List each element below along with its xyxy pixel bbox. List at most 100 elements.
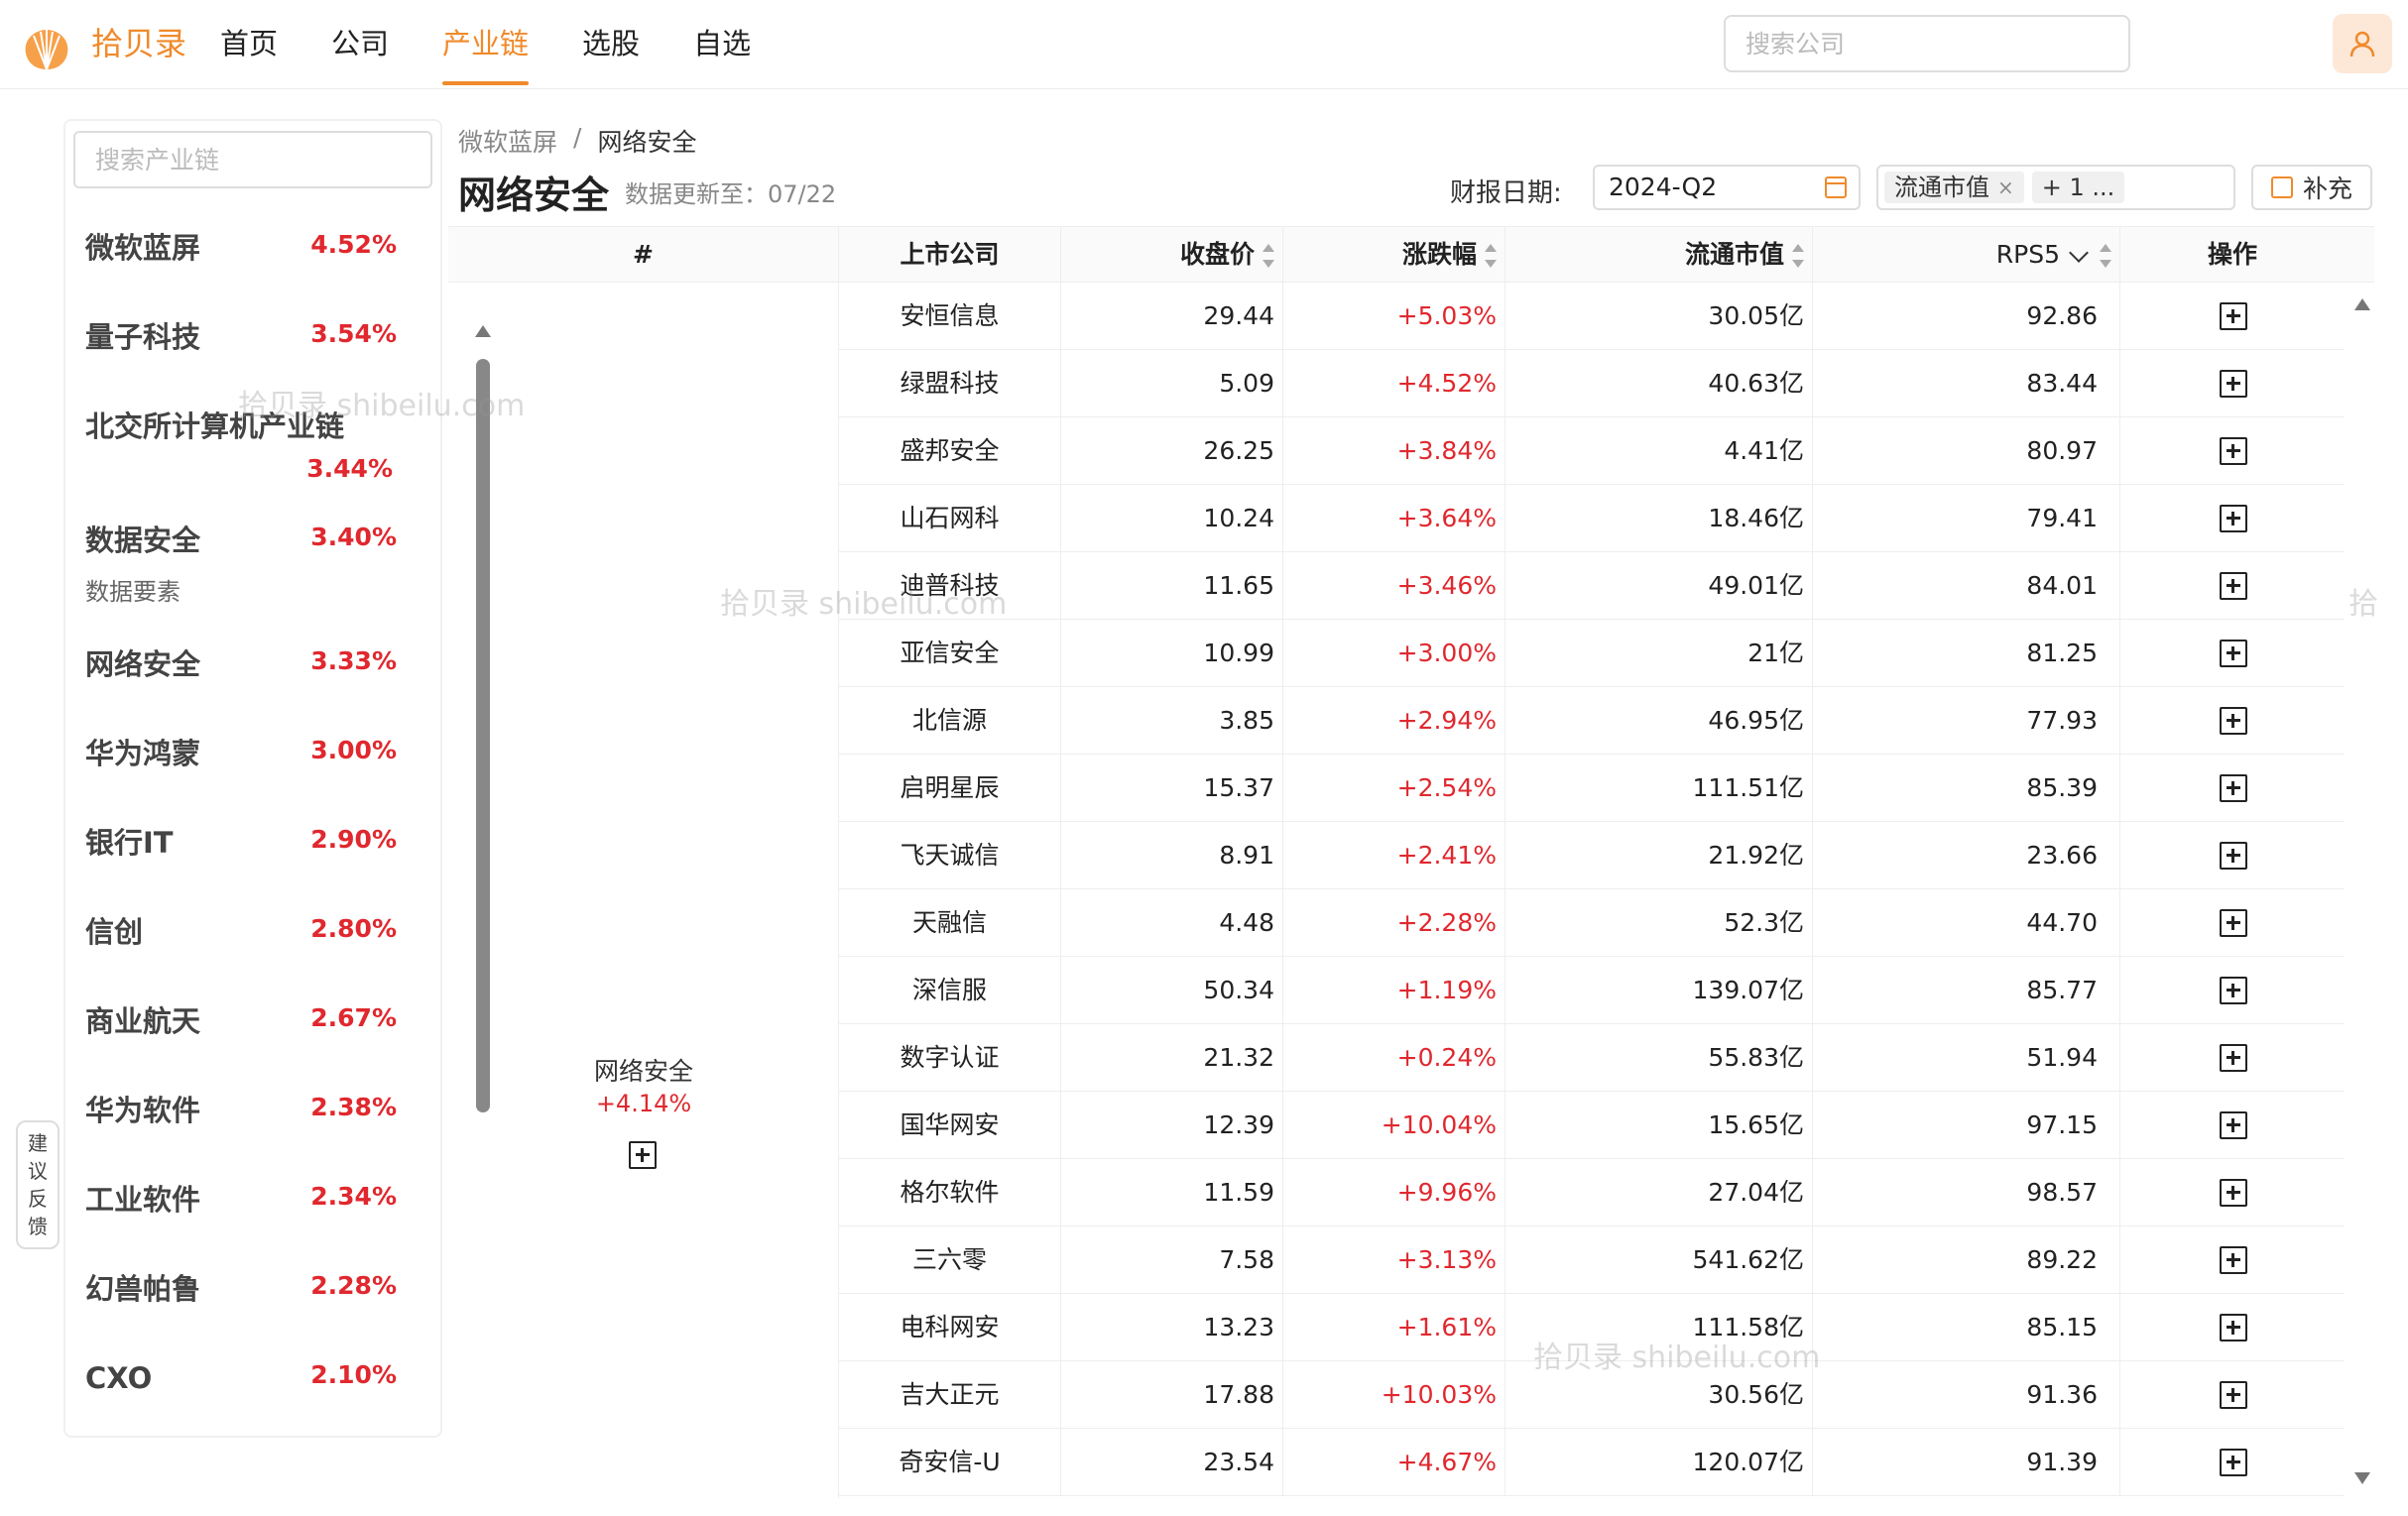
company-cell[interactable]: 飞天诚信 xyxy=(839,822,1061,889)
add-icon[interactable] xyxy=(2220,1449,2247,1476)
chain-item[interactable]: 工业软件 2.34% xyxy=(65,1160,411,1249)
chain-item[interactable]: 幻兽帕鲁 2.28% xyxy=(65,1249,411,1339)
breadcrumb-parent[interactable]: 微软蓝屏 xyxy=(458,123,557,159)
table-row[interactable]: 启明星辰 15.37 +2.54% 111.51亿 85.39 xyxy=(839,755,2345,822)
company-cell[interactable]: 数字认证 xyxy=(839,1024,1061,1092)
chain-pct: 3.44% xyxy=(306,454,393,483)
add-icon[interactable] xyxy=(2220,572,2247,600)
add-icon[interactable] xyxy=(2220,842,2247,870)
table-row[interactable]: 吉大正元 17.88 +10.03% 30.56亿 91.36 xyxy=(839,1361,2345,1429)
op-cell xyxy=(2120,1092,2345,1159)
chain-item[interactable]: 信创 2.80% xyxy=(65,892,411,982)
chain-item[interactable]: 北交所计算机产业链 3.44% xyxy=(65,387,411,501)
company-cell[interactable]: 启明星辰 xyxy=(839,755,1061,822)
header-change[interactable]: 涨跌幅 xyxy=(1283,227,1505,283)
company-cell[interactable]: 亚信安全 xyxy=(839,620,1061,687)
user-avatar[interactable] xyxy=(2333,14,2392,73)
add-icon[interactable] xyxy=(629,1141,657,1169)
company-cell[interactable]: 北信源 xyxy=(839,687,1061,755)
chain-item[interactable]: 华为鸿蒙 3.00% xyxy=(65,714,411,803)
table-scroll-down-icon[interactable] xyxy=(2354,1472,2370,1484)
shell-logo-icon[interactable] xyxy=(20,22,73,75)
nav-home[interactable]: 首页 xyxy=(220,22,278,65)
company-cell[interactable]: 山石网科 xyxy=(839,485,1061,552)
feedback-button[interactable]: 建 议 反 馈 xyxy=(16,1120,60,1249)
chain-item[interactable]: 商业航天 2.67% xyxy=(65,982,411,1071)
add-icon[interactable] xyxy=(2220,640,2247,667)
company-cell[interactable]: 格尔软件 xyxy=(839,1159,1061,1226)
company-search-input[interactable] xyxy=(1724,15,2130,72)
table-scroll-up-icon[interactable] xyxy=(2354,298,2370,310)
sort-icon[interactable] xyxy=(2100,244,2111,268)
add-icon[interactable] xyxy=(2220,302,2247,330)
add-icon[interactable] xyxy=(2220,909,2247,937)
table-row[interactable]: 格尔软件 11.59 +9.96% 27.04亿 98.57 xyxy=(839,1159,2345,1226)
table-row[interactable]: 绿盟科技 5.09 +4.52% 40.63亿 83.44 xyxy=(839,350,2345,417)
table-row[interactable]: 三六零 7.58 +3.13% 541.62亿 89.22 xyxy=(839,1226,2345,1294)
nav-industry-chain[interactable]: 产业链 xyxy=(442,22,530,85)
sort-icon[interactable] xyxy=(1263,244,1274,268)
company-cell[interactable]: 国华网安 xyxy=(839,1092,1061,1159)
nav-watchlist[interactable]: 自选 xyxy=(693,22,751,65)
add-icon[interactable] xyxy=(2220,774,2247,802)
nav-company[interactable]: 公司 xyxy=(331,22,389,65)
chevron-down-icon[interactable] xyxy=(2069,243,2089,263)
table-row[interactable]: 数字认证 21.32 +0.24% 55.83亿 51.94 xyxy=(839,1024,2345,1092)
add-icon[interactable] xyxy=(2220,707,2247,735)
company-cell[interactable]: 电科网安 xyxy=(839,1294,1061,1361)
chain-item[interactable]: 银行IT 2.90% xyxy=(65,803,411,892)
company-cell[interactable]: 吉大正元 xyxy=(839,1361,1061,1429)
report-date-picker[interactable]: 2024-Q2 xyxy=(1593,165,1861,210)
header-rps[interactable]: RPS5 xyxy=(1813,227,2120,283)
brand-name[interactable]: 拾贝录 xyxy=(91,22,186,65)
header-close[interactable]: 收盘价 xyxy=(1061,227,1283,283)
company-cell[interactable]: 盛邦安全 xyxy=(839,417,1061,485)
table-row[interactable]: 迪普科技 11.65 +3.46% 49.01亿 84.01 xyxy=(839,552,2345,620)
chain-item[interactable]: CXO 2.10% xyxy=(65,1339,411,1428)
table-row[interactable]: 国华网安 12.39 +10.04% 15.65亿 97.15 xyxy=(839,1092,2345,1159)
table-row[interactable]: 亚信安全 10.99 +3.00% 21亿 81.25 xyxy=(839,620,2345,687)
table-row[interactable]: 安恒信息 29.44 +5.03% 30.05亿 92.86 xyxy=(839,283,2345,350)
nav-stock-picker[interactable]: 选股 xyxy=(582,22,640,65)
add-icon[interactable] xyxy=(2220,370,2247,398)
close-icon[interactable]: × xyxy=(1997,172,2014,203)
sort-icon[interactable] xyxy=(1485,244,1497,268)
chain-item[interactable]: 数据安全 3.40% 数据要素 xyxy=(65,501,411,625)
add-icon[interactable] xyxy=(2220,977,2247,1004)
more-tags[interactable]: + 1 ... xyxy=(2031,172,2125,203)
add-icon[interactable] xyxy=(2220,1179,2247,1207)
table-row[interactable]: 电科网安 13.23 +1.61% 111.58亿 85.15 xyxy=(839,1294,2345,1361)
add-icon[interactable] xyxy=(2220,1044,2247,1072)
chain-item[interactable]: 微软蓝屏 4.52% xyxy=(65,208,411,297)
supplement-button[interactable]: 补充 xyxy=(2251,165,2372,210)
table-row[interactable]: 北信源 3.85 +2.94% 46.95亿 77.93 xyxy=(839,687,2345,755)
company-cell[interactable]: 绿盟科技 xyxy=(839,350,1061,417)
chain-pct: 3.33% xyxy=(310,646,397,675)
company-cell[interactable]: 天融信 xyxy=(839,889,1061,957)
table-row[interactable]: 深信服 50.34 +1.19% 139.07亿 85.77 xyxy=(839,957,2345,1024)
add-icon[interactable] xyxy=(2220,1111,2247,1139)
add-icon[interactable] xyxy=(2220,437,2247,465)
company-cell[interactable]: 深信服 xyxy=(839,957,1061,1024)
add-icon[interactable] xyxy=(2220,505,2247,532)
table-row[interactable]: 奇安信-U 23.54 +4.67% 120.07亿 91.39 xyxy=(839,1429,2345,1496)
add-icon[interactable] xyxy=(2220,1381,2247,1409)
company-cell[interactable]: 奇安信-U xyxy=(839,1429,1061,1496)
company-cell[interactable]: 迪普科技 xyxy=(839,552,1061,620)
company-cell[interactable]: 安恒信息 xyxy=(839,283,1061,350)
add-icon[interactable] xyxy=(2220,1314,2247,1341)
chain-item[interactable]: 网络安全 3.33% xyxy=(65,625,411,714)
chain-item[interactable]: 华为软件 2.38% xyxy=(65,1071,411,1160)
company-cell[interactable]: 三六零 xyxy=(839,1226,1061,1294)
table-row[interactable]: 天融信 4.48 +2.28% 52.3亿 44.70 xyxy=(839,889,2345,957)
chain-item[interactable]: 量子科技 3.54% xyxy=(65,297,411,387)
table-row[interactable]: 飞天诚信 8.91 +2.41% 21.92亿 23.66 xyxy=(839,822,2345,889)
header-op: 操作 xyxy=(2207,240,2257,269)
table-row[interactable]: 盛邦安全 26.25 +3.84% 4.41亿 80.97 xyxy=(839,417,2345,485)
add-icon[interactable] xyxy=(2220,1246,2247,1274)
header-cap[interactable]: 流通市值 xyxy=(1505,227,1813,283)
table-row[interactable]: 山石网科 10.24 +3.64% 18.46亿 79.41 xyxy=(839,485,2345,552)
chain-search-input[interactable] xyxy=(73,131,432,188)
sort-icon[interactable] xyxy=(1792,244,1804,268)
column-select[interactable]: 流通市值 × + 1 ... xyxy=(1876,165,2235,210)
